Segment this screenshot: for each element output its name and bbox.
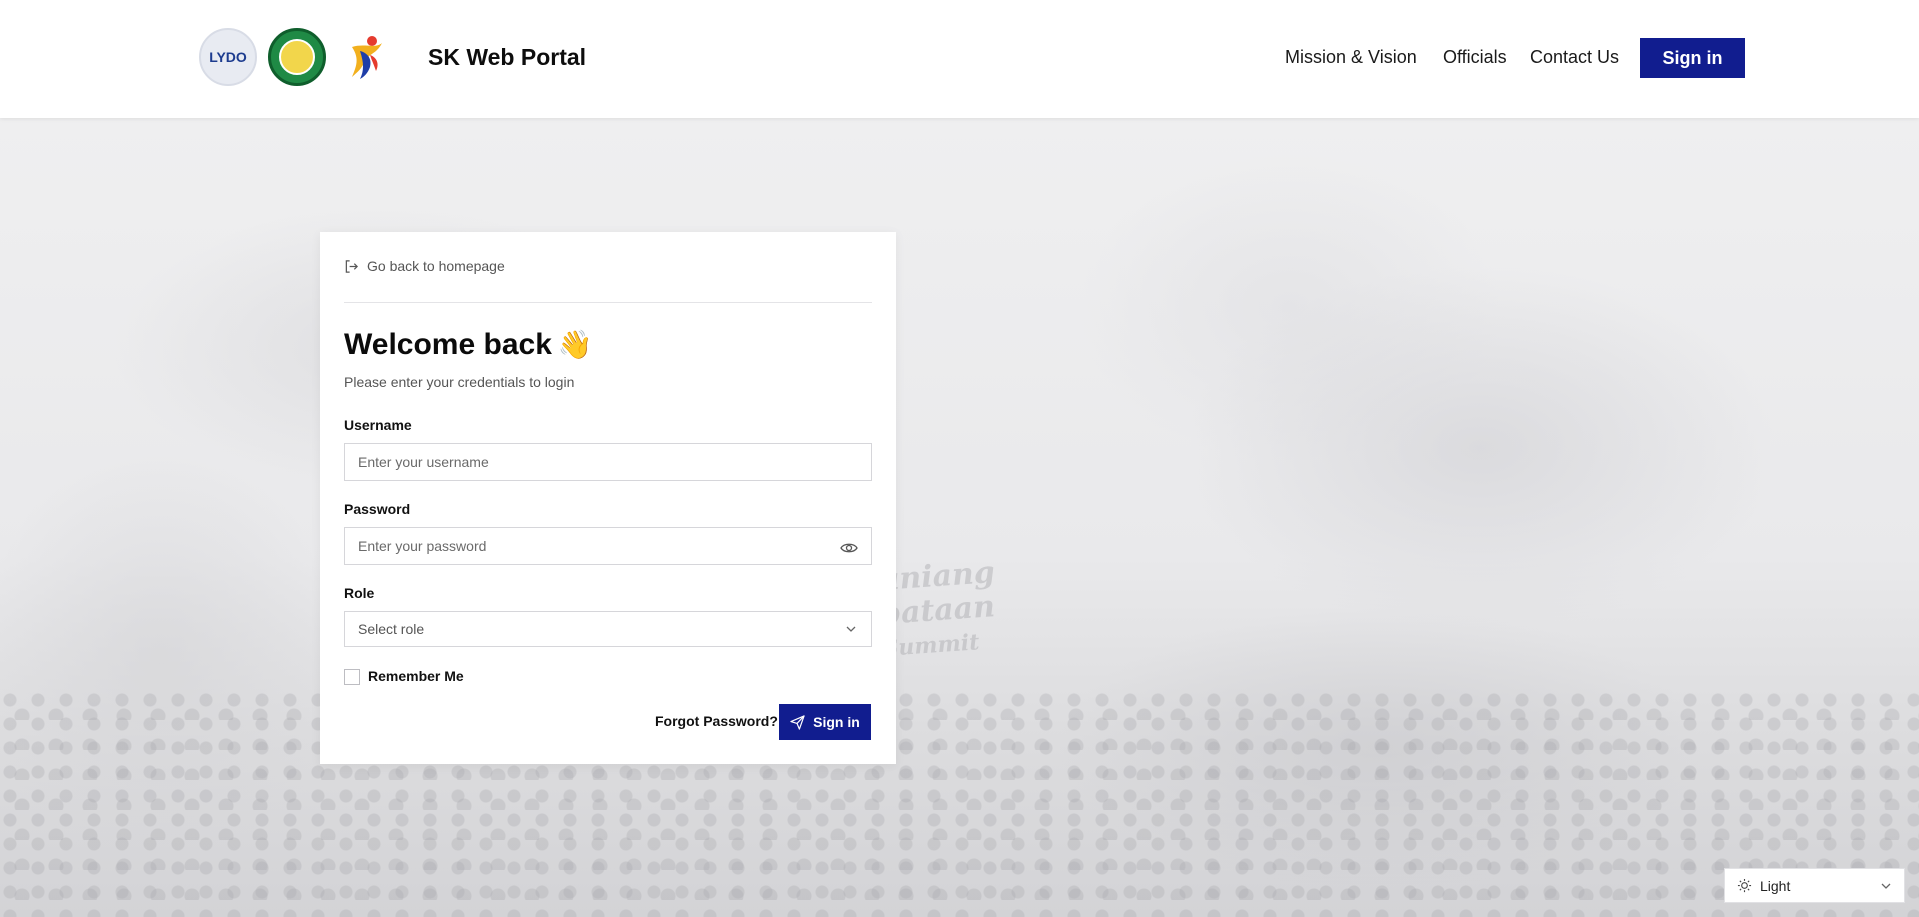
welcome-title-text: Welcome back xyxy=(344,328,552,361)
top-header: LYDO SK Web Portal Mission & Vision Offi… xyxy=(0,0,1919,118)
chevron-down-icon xyxy=(1881,883,1891,889)
username-label: Username xyxy=(344,417,412,433)
lydo-logo[interactable]: LYDO xyxy=(199,28,257,86)
role-select-value: Select role xyxy=(358,621,425,637)
back-to-homepage-link[interactable]: Go back to homepage xyxy=(344,258,505,274)
divider xyxy=(344,302,872,303)
lydo-logo-text: LYDO xyxy=(209,49,247,65)
header-signin-button[interactable]: Sign in xyxy=(1640,38,1745,78)
logout-arrow-icon xyxy=(345,259,358,273)
waving-hand-icon: 👋 xyxy=(557,329,593,360)
role-select[interactable]: Select role xyxy=(344,611,872,647)
sun-icon xyxy=(1737,878,1752,893)
remember-me-checkbox[interactable] xyxy=(344,669,360,685)
signin-submit-label: Sign in xyxy=(813,714,860,730)
nav-officials[interactable]: Officials xyxy=(1443,47,1507,68)
role-label: Role xyxy=(344,585,375,601)
theme-selector[interactable]: Light xyxy=(1724,868,1905,903)
remember-me-label[interactable]: Remember Me xyxy=(368,668,464,684)
forgot-password-link[interactable]: Forgot Password? xyxy=(655,713,778,729)
chevron-down-icon xyxy=(846,626,856,632)
show-password-eye-icon[interactable] xyxy=(840,541,858,555)
username-input[interactable] xyxy=(344,443,872,481)
sk-logo[interactable] xyxy=(337,28,395,86)
nav-mission-vision[interactable]: Mission & Vision xyxy=(1285,47,1417,68)
seal-center xyxy=(279,39,315,75)
background-crowd xyxy=(0,690,1919,917)
login-subtitle: Please enter your credentials to login xyxy=(344,374,575,390)
back-link-label: Go back to homepage xyxy=(367,258,505,274)
login-card: Go back to homepage Welcome back 👋 Please… xyxy=(320,232,896,764)
city-seal-logo[interactable] xyxy=(268,28,326,86)
password-label: Password xyxy=(344,501,411,517)
welcome-title: Welcome back 👋 xyxy=(344,328,593,362)
password-input[interactable] xyxy=(344,527,872,565)
send-paper-plane-icon xyxy=(790,714,805,730)
sk-figure-icon xyxy=(352,36,382,79)
theme-selector-value: Light xyxy=(1760,877,1791,894)
nav-contact-us[interactable]: Contact Us xyxy=(1530,47,1619,68)
signin-submit-button[interactable]: Sign in xyxy=(779,704,871,740)
portal-brand-title[interactable]: SK Web Portal xyxy=(428,44,586,71)
